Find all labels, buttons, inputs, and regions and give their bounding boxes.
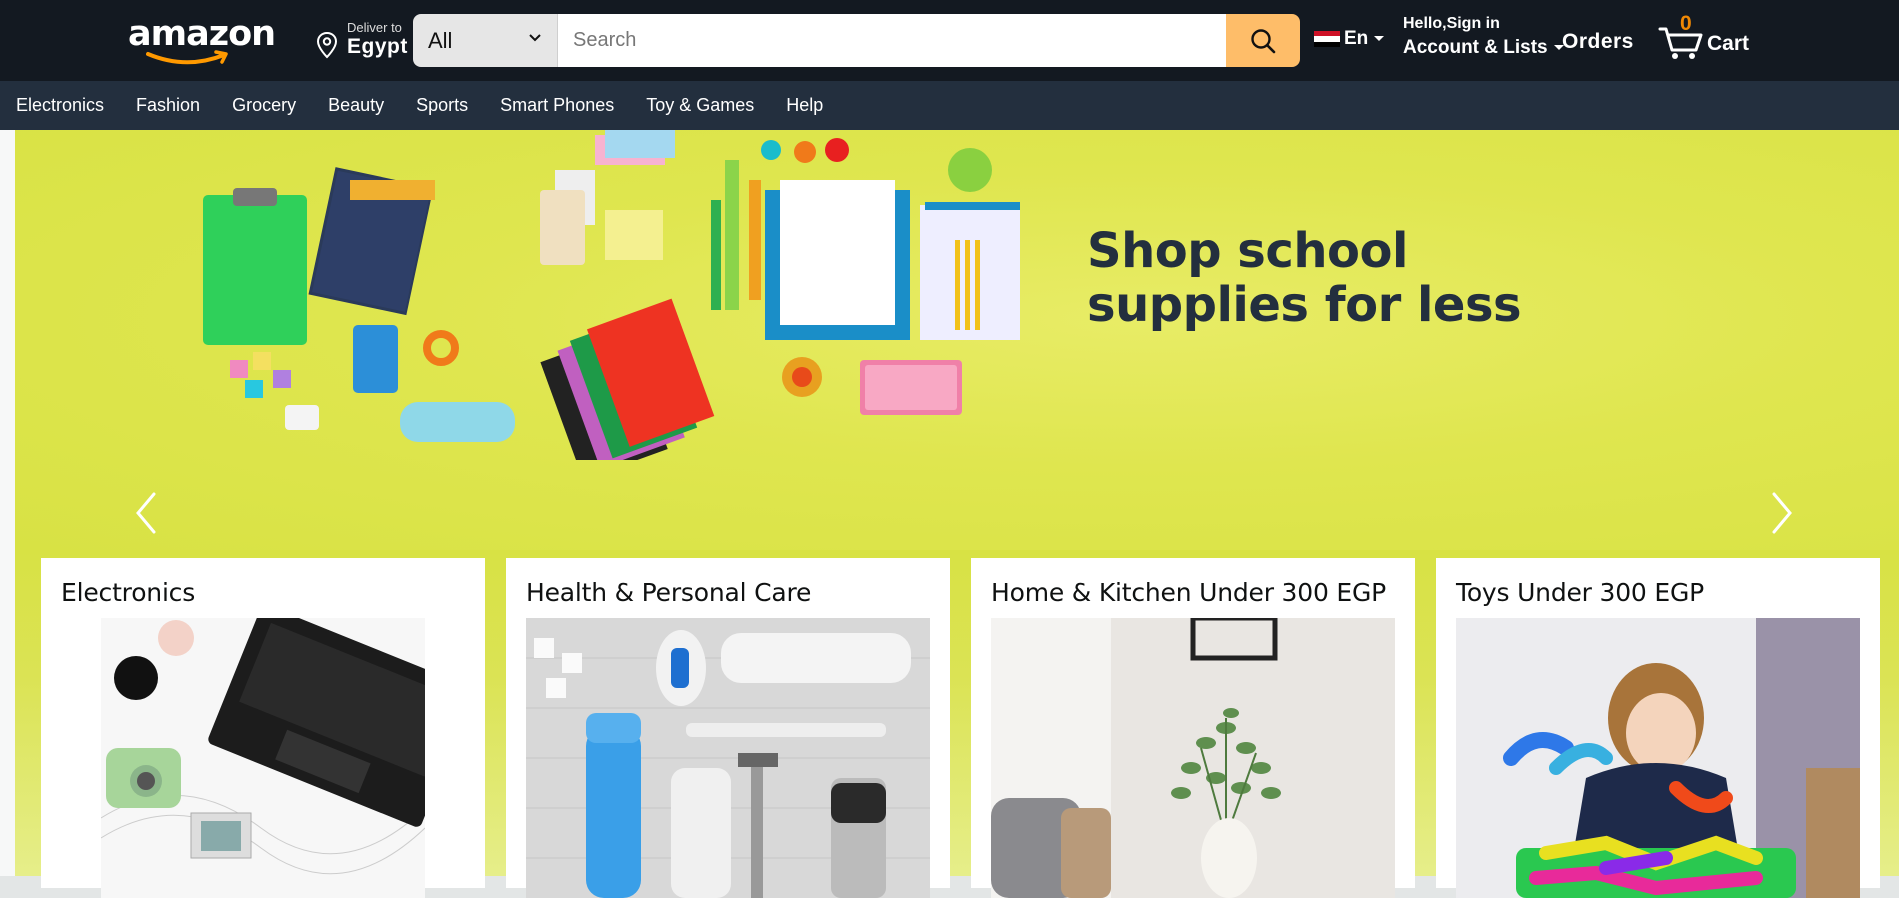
nav-item-beauty[interactable]: Beauty — [328, 95, 384, 116]
health-care-image — [526, 618, 930, 898]
deliver-to-button[interactable]: Deliver to Egypt — [313, 17, 408, 63]
carousel-prev-icon[interactable] — [128, 488, 168, 538]
language-selector[interactable]: En — [1314, 28, 1386, 50]
hero-title: Shop school supplies for less — [1087, 223, 1522, 333]
smile-arrow-icon — [146, 50, 228, 65]
amazon-logo[interactable]: amazon — [128, 14, 276, 65]
hero-carousel: Shop school supplies for less — [15, 130, 1899, 550]
cart-label: Cart — [1707, 32, 1750, 55]
card-toys[interactable]: Toys Under 300 EGP — [1436, 558, 1880, 898]
caret-down-icon — [1374, 36, 1385, 41]
card-image[interactable] — [1456, 618, 1860, 898]
chevron-down-icon — [529, 34, 541, 42]
search-bar: All — [413, 14, 1300, 67]
cart-icon — [1658, 27, 1703, 59]
card-title: Health & Personal Care — [526, 578, 812, 607]
nav-item-help[interactable]: Help — [786, 95, 823, 116]
orders-link[interactable]: Orders — [1562, 30, 1634, 54]
nav-item-electronics[interactable]: Electronics — [16, 95, 104, 116]
nav-item-smart-phones[interactable]: Smart Phones — [500, 95, 614, 116]
carousel-next-icon[interactable] — [1762, 488, 1802, 538]
egypt-flag-icon — [1314, 31, 1340, 47]
account-menu[interactable]: Hello,Sign in Account & Lists — [1403, 15, 1566, 59]
hero-title-line1: Shop school — [1087, 223, 1408, 279]
home-kitchen-image — [991, 618, 1395, 898]
nav-item-grocery[interactable]: Grocery — [232, 95, 296, 116]
card-title: Toys Under 300 EGP — [1456, 578, 1705, 607]
card-health-personal-care[interactable]: Health & Personal Care — [506, 558, 950, 898]
search-category-value: All — [428, 27, 453, 53]
logo-text: amazon — [128, 14, 276, 54]
card-image[interactable] — [526, 618, 930, 898]
search-icon — [1251, 28, 1276, 53]
deliver-location: Egypt — [347, 35, 408, 58]
search-category-select[interactable]: All — [413, 14, 558, 67]
card-electronics[interactable]: Electronics — [41, 558, 485, 898]
electronics-image — [101, 618, 425, 898]
hero-title-line2: supplies for less — [1087, 277, 1522, 333]
nav-item-sports[interactable]: Sports — [416, 95, 468, 116]
nav-item-toys-games[interactable]: Toy & Games — [646, 95, 754, 116]
language-label: En — [1344, 28, 1369, 49]
category-nav: Electronics Fashion Grocery Beauty Sport… — [0, 81, 1899, 130]
top-header: amazon Deliver to Egypt All Search En He… — [0, 0, 1899, 81]
school-supplies-image — [203, 130, 1020, 460]
search-button[interactable] — [1226, 14, 1300, 67]
account-lists-label: Account & Lists — [1403, 37, 1548, 58]
toys-image — [1456, 618, 1860, 898]
cart-button[interactable]: 0 Cart — [1658, 12, 1758, 62]
card-image[interactable] — [101, 618, 425, 898]
deliver-label: Deliver to — [347, 20, 402, 35]
card-home-kitchen[interactable]: Home & Kitchen Under 300 EGP — [971, 558, 1415, 898]
page-gutter — [0, 130, 15, 876]
greeting-text: Hello,Sign in — [1403, 15, 1500, 32]
card-image[interactable] — [991, 618, 1395, 898]
location-pin-icon — [316, 31, 338, 59]
card-title: Electronics — [61, 578, 196, 607]
card-title: Home & Kitchen Under 300 EGP — [991, 578, 1387, 607]
nav-item-fashion[interactable]: Fashion — [136, 95, 200, 116]
search-input[interactable] — [558, 14, 1226, 67]
